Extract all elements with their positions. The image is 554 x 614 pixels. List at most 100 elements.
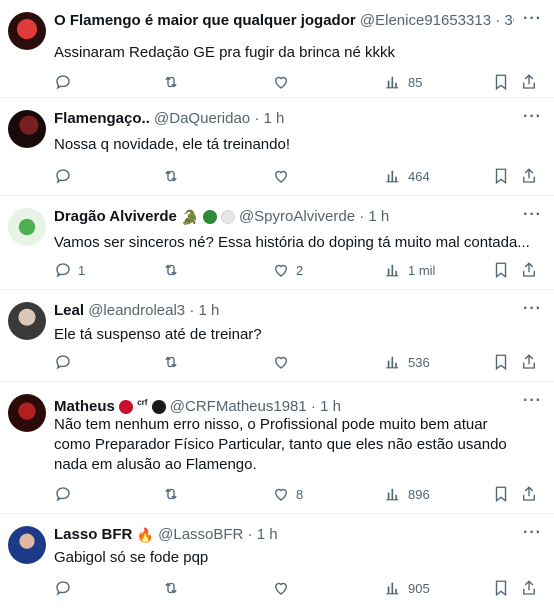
separator: · <box>254 110 260 127</box>
display-name[interactable]: Matheus <box>54 398 115 415</box>
like-button[interactable] <box>272 578 296 598</box>
tweet-0[interactable]: O Flamengo é maior que qualquer jogador … <box>0 0 554 98</box>
reply-button[interactable]: 1 <box>54 260 85 280</box>
display-name[interactable]: Dragão Alviverde <box>54 208 177 225</box>
bookmark-button[interactable] <box>492 72 510 92</box>
bookmark-button[interactable] <box>492 578 510 598</box>
tweet-3[interactable]: Leal @leandroleal3 · 1 h ··· Ele tá susp… <box>0 290 554 382</box>
more-options-button[interactable]: ··· <box>523 300 542 318</box>
views-button[interactable]: 1 mil <box>384 260 435 280</box>
tweet-5[interactable]: Lasso BFR 🔥 @LassoBFR · 1 h ··· Gabigol … <box>0 514 554 614</box>
avatar[interactable] <box>8 302 46 340</box>
views-button[interactable]: 905 <box>384 578 430 598</box>
user-handle[interactable]: @SpyroAlviverde <box>239 208 355 225</box>
more-options-button[interactable]: ··· <box>523 392 542 410</box>
timestamp[interactable]: 1 h <box>263 110 284 127</box>
avatar[interactable] <box>8 394 46 432</box>
tweet-text: Não tem nenhum erro nisso, o Profissiona… <box>54 416 507 473</box>
view-count: 896 <box>408 486 430 502</box>
reply-button[interactable] <box>54 166 78 186</box>
share-button[interactable] <box>520 578 538 598</box>
separator: · <box>189 302 195 319</box>
like-button[interactable] <box>272 352 296 372</box>
timestamp[interactable]: 1 h <box>257 526 278 543</box>
user-handle[interactable]: @CRFMatheus1981 <box>170 398 307 415</box>
retweet-button[interactable] <box>162 352 180 372</box>
share-button[interactable] <box>520 72 538 92</box>
avatar[interactable] <box>8 110 46 148</box>
share-icon <box>523 74 535 89</box>
fire-icon: 🔥 <box>136 527 154 544</box>
like-button[interactable]: 8 <box>272 484 303 504</box>
retweet-button[interactable] <box>162 72 180 92</box>
views-button[interactable]: 536 <box>384 352 430 372</box>
like-button[interactable] <box>272 166 296 186</box>
views-button[interactable]: 85 <box>384 72 422 92</box>
action-bar: 1 2 1 mil <box>54 260 540 280</box>
bookmark-button[interactable] <box>492 352 510 372</box>
crf-badge: crf <box>137 398 148 407</box>
retweet-button[interactable] <box>162 484 180 504</box>
tweet-header: Flamengaço.. @DaQueridao · 1 h <box>54 109 514 129</box>
display-name[interactable]: Lasso BFR <box>54 526 132 543</box>
retweet-button[interactable] <box>162 260 180 280</box>
share-icon <box>523 354 535 369</box>
tweet-2[interactable]: Dragão Alviverde 🐊 @SpyroAlviverde · 1 h… <box>0 196 554 290</box>
user-handle[interactable]: @Elenice91653313 <box>360 12 491 29</box>
timestamp[interactable]: 1 h <box>199 302 220 319</box>
timestamp[interactable]: 1 h <box>368 208 389 225</box>
analytics-icon <box>386 76 399 89</box>
display-name[interactable]: Flamengaço.. <box>54 110 150 127</box>
more-options-button[interactable]: ··· <box>523 524 542 542</box>
more-options-button[interactable]: ··· <box>523 108 542 126</box>
share-button[interactable] <box>520 352 538 372</box>
views-button[interactable]: 896 <box>384 484 430 504</box>
retweet-icon <box>165 356 177 368</box>
view-count: 905 <box>408 580 430 596</box>
like-count: 2 <box>296 262 304 278</box>
user-handle[interactable]: @LassoBFR <box>158 526 243 543</box>
tweet-1[interactable]: Flamengaço.. @DaQueridao · 1 h ··· Nossa… <box>0 98 554 196</box>
timestamp[interactable]: 36 min <box>504 12 514 29</box>
user-handle[interactable]: @leandroleal3 <box>88 302 185 319</box>
avatar[interactable] <box>8 12 46 50</box>
retweet-button[interactable] <box>162 166 180 186</box>
more-options-button[interactable]: ··· <box>523 10 542 28</box>
tweet-4[interactable]: Matheus crf @CRFMatheus1981 · 1 h ··· Nã… <box>0 382 554 514</box>
reply-button[interactable] <box>54 72 78 92</box>
reply-button[interactable] <box>54 352 78 372</box>
share-button[interactable] <box>520 260 538 280</box>
separator: · <box>359 208 365 225</box>
share-icon <box>523 580 535 595</box>
heart-icon <box>275 76 287 89</box>
analytics-icon <box>386 170 399 183</box>
action-bar: 536 <box>54 352 540 372</box>
more-options-button[interactable]: ··· <box>523 206 542 224</box>
view-count: 464 <box>408 168 430 184</box>
share-button[interactable] <box>520 166 538 186</box>
share-icon <box>523 486 535 501</box>
share-button[interactable] <box>520 484 538 504</box>
retweet-icon <box>165 76 177 88</box>
reply-button[interactable] <box>54 484 78 504</box>
retweet-icon <box>165 582 177 594</box>
reply-count: 1 <box>78 262 86 278</box>
reply-icon <box>56 581 70 596</box>
display-name[interactable]: O Flamengo é maior que qualquer jogador <box>54 12 356 29</box>
bookmark-button[interactable] <box>492 484 510 504</box>
avatar[interactable] <box>8 526 46 564</box>
like-button[interactable] <box>272 72 296 92</box>
bookmark-button[interactable] <box>492 260 510 280</box>
like-button[interactable]: 2 <box>272 260 303 280</box>
tweet-header: Matheus crf @CRFMatheus1981 · 1 h <box>54 393 514 417</box>
tweet-text: Vamos ser sinceros né? Essa história do … <box>54 234 530 251</box>
user-handle[interactable]: @DaQueridao <box>154 110 250 127</box>
avatar[interactable] <box>8 208 46 246</box>
timestamp[interactable]: 1 h <box>320 398 341 415</box>
bookmark-button[interactable] <box>492 166 510 186</box>
retweet-button[interactable] <box>162 578 180 598</box>
display-name[interactable]: Leal <box>54 302 84 319</box>
reply-button[interactable] <box>54 578 78 598</box>
views-button[interactable]: 464 <box>384 166 430 186</box>
reply-icon <box>56 75 70 90</box>
